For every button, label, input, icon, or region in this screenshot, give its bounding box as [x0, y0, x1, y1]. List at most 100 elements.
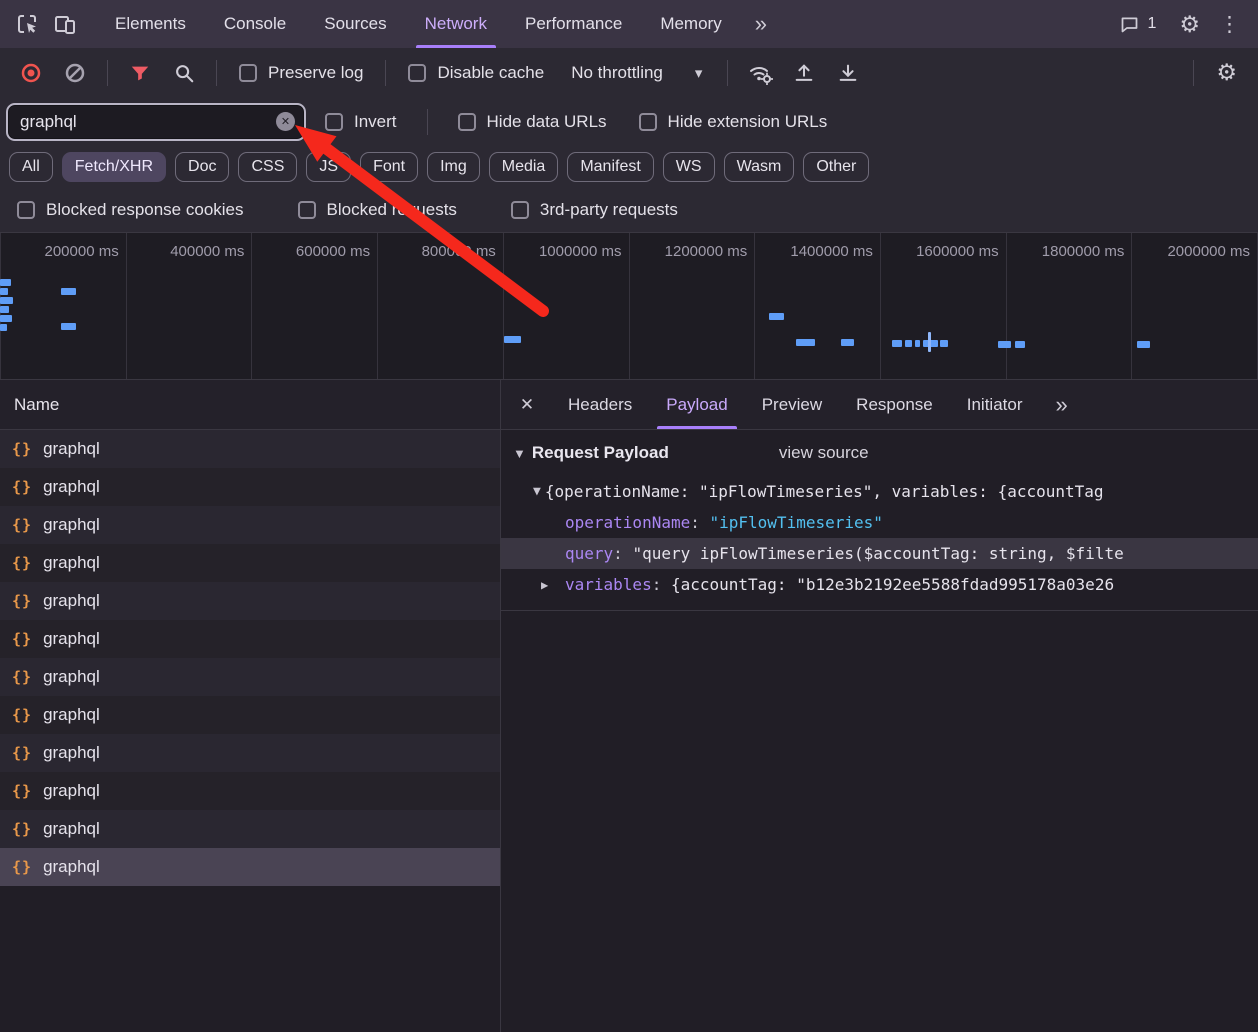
devtools-menu-button[interactable]: ⋮ [1211, 14, 1248, 35]
payload-summary-row[interactable]: ▼ {operationName: "ipFlowTimeseries", va… [501, 476, 1258, 507]
disable-cache-checkbox[interactable]: Disable cache [397, 63, 555, 83]
detail-tab-response[interactable]: Response [839, 380, 950, 429]
expander-closed-icon[interactable]: ▶ [541, 578, 565, 592]
waterfall-bar[interactable] [0, 288, 8, 295]
waterfall-bar[interactable] [61, 323, 76, 330]
filter-chip-media[interactable]: Media [489, 152, 559, 182]
filter-chip-doc[interactable]: Doc [175, 152, 229, 182]
payload-fields: operationName: "ipFlowTimeseries"query: … [501, 507, 1258, 600]
request-row[interactable]: {}graphql [0, 544, 500, 582]
payload-field-row[interactable]: ▶variables: {accountTag: "b12e3b2192ee55… [501, 569, 1258, 600]
request-row[interactable]: {}graphql [0, 658, 500, 696]
export-har-button[interactable] [827, 52, 869, 94]
waterfall-bar[interactable] [769, 313, 784, 320]
request-name: graphql [43, 857, 100, 877]
waterfall-bar[interactable] [940, 340, 948, 347]
detail-tab-headers[interactable]: Headers [551, 380, 649, 429]
hide-extension-urls-label: Hide extension URLs [668, 112, 828, 132]
waterfall-bar[interactable] [998, 341, 1011, 348]
waterfall-overview[interactable]: 200000 ms400000 ms600000 ms800000 ms1000… [0, 232, 1258, 380]
request-payload-section-header[interactable]: ▼ Request Payload view source [501, 430, 1258, 476]
request-row[interactable]: {}graphql [0, 810, 500, 848]
tab-console[interactable]: Console [205, 0, 305, 48]
filter-chip-ws[interactable]: WS [663, 152, 715, 182]
blocked-requests-checkbox[interactable]: Blocked requests [287, 200, 468, 220]
waterfall-bar[interactable] [0, 324, 7, 331]
tab-elements[interactable]: Elements [96, 0, 205, 48]
preserve-log-checkbox[interactable]: Preserve log [228, 63, 374, 83]
more-tabs-button[interactable]: » [741, 11, 781, 37]
request-row[interactable]: {} graphql [0, 848, 500, 886]
payload-field-row[interactable]: query: "query ipFlowTimeseries($accountT… [501, 538, 1258, 569]
tab-performance[interactable]: Performance [506, 0, 641, 48]
waterfall-bar[interactable] [796, 339, 815, 346]
close-details-button[interactable]: ✕ [503, 380, 551, 429]
invert-checkbox[interactable]: Invert [314, 112, 408, 132]
waterfall-marker[interactable] [928, 332, 931, 352]
import-har-button[interactable] [783, 52, 825, 94]
throttling-select[interactable]: No throttling ▾ [557, 63, 716, 83]
tab-network[interactable]: Network [406, 0, 506, 48]
waterfall-bar[interactable] [1137, 341, 1150, 348]
filter-chip-css[interactable]: CSS [238, 152, 297, 182]
payload-colon: : [652, 575, 671, 594]
waterfall-bar[interactable] [0, 315, 12, 322]
clear-filter-button[interactable]: ✕ [276, 112, 295, 131]
settings-button[interactable]: ⚙ [1168, 13, 1211, 36]
name-column-header[interactable]: Name [0, 380, 500, 430]
waterfall-bar[interactable] [61, 288, 76, 295]
request-row[interactable]: {}graphql [0, 430, 500, 468]
waterfall-bar[interactable] [0, 297, 13, 304]
request-name: graphql [43, 629, 100, 649]
tab-sources[interactable]: Sources [305, 0, 405, 48]
hide-data-urls-checkbox[interactable]: Hide data URLs [447, 112, 618, 132]
device-toolbar-button[interactable] [46, 4, 84, 44]
waterfall-bar[interactable] [915, 340, 920, 347]
waterfall-bar[interactable] [0, 306, 9, 313]
filter-chip-img[interactable]: Img [427, 152, 480, 182]
request-row[interactable]: {}graphql [0, 582, 500, 620]
more-detail-tabs-button[interactable]: » [1039, 380, 1083, 429]
waterfall-bar[interactable] [1015, 341, 1025, 348]
filter-chip-fetch-xhr[interactable]: Fetch/XHR [62, 152, 166, 182]
payload-colon: : [690, 513, 709, 532]
blocked-response-cookies-checkbox[interactable]: Blocked response cookies [6, 200, 255, 220]
hide-extension-urls-checkbox[interactable]: Hide extension URLs [628, 112, 839, 132]
request-row[interactable]: {}graphql [0, 772, 500, 810]
detail-tab-preview[interactable]: Preview [745, 380, 839, 429]
waterfall-bar[interactable] [841, 339, 854, 346]
issues-button[interactable]: 1 [1107, 14, 1168, 35]
braces-icon: {} [12, 858, 32, 876]
waterfall-bar[interactable] [0, 279, 11, 286]
request-row[interactable]: {}graphql [0, 468, 500, 506]
detail-tab-payload[interactable]: Payload [649, 380, 744, 429]
filter-chip-wasm[interactable]: Wasm [724, 152, 795, 182]
waterfall-bar[interactable] [504, 336, 521, 343]
record-network-log-button[interactable] [10, 52, 52, 94]
request-row[interactable]: {}graphql [0, 506, 500, 544]
filter-chip-all[interactable]: All [9, 152, 53, 182]
waterfall-bar[interactable] [892, 340, 902, 347]
detail-tab-initiator[interactable]: Initiator [950, 380, 1040, 429]
waterfall-bar[interactable] [905, 340, 912, 347]
inspect-element-button[interactable] [8, 4, 46, 44]
payload-field-row[interactable]: operationName: "ipFlowTimeseries" [501, 507, 1258, 538]
filter-toggle-button[interactable] [119, 52, 161, 94]
filter-chip-font[interactable]: Font [360, 152, 418, 182]
network-settings-button[interactable]: ⚙ [1205, 61, 1248, 84]
request-row[interactable]: {}graphql [0, 696, 500, 734]
filter-chip-js[interactable]: JS [306, 152, 351, 182]
filter-chip-manifest[interactable]: Manifest [567, 152, 653, 182]
request-row[interactable]: {}graphql [0, 734, 500, 772]
request-name: graphql [43, 439, 100, 459]
clear-network-log-button[interactable] [54, 52, 96, 94]
network-conditions-button[interactable] [739, 52, 781, 94]
network-search-button[interactable] [163, 52, 205, 94]
payload-key: variables [565, 575, 652, 594]
filter-input[interactable] [13, 112, 270, 132]
filter-chip-other[interactable]: Other [803, 152, 869, 182]
request-row[interactable]: {}graphql [0, 620, 500, 658]
third-party-requests-checkbox[interactable]: 3rd-party requests [500, 200, 689, 220]
tab-memory[interactable]: Memory [641, 0, 740, 48]
view-source-link[interactable]: view source [779, 443, 869, 463]
